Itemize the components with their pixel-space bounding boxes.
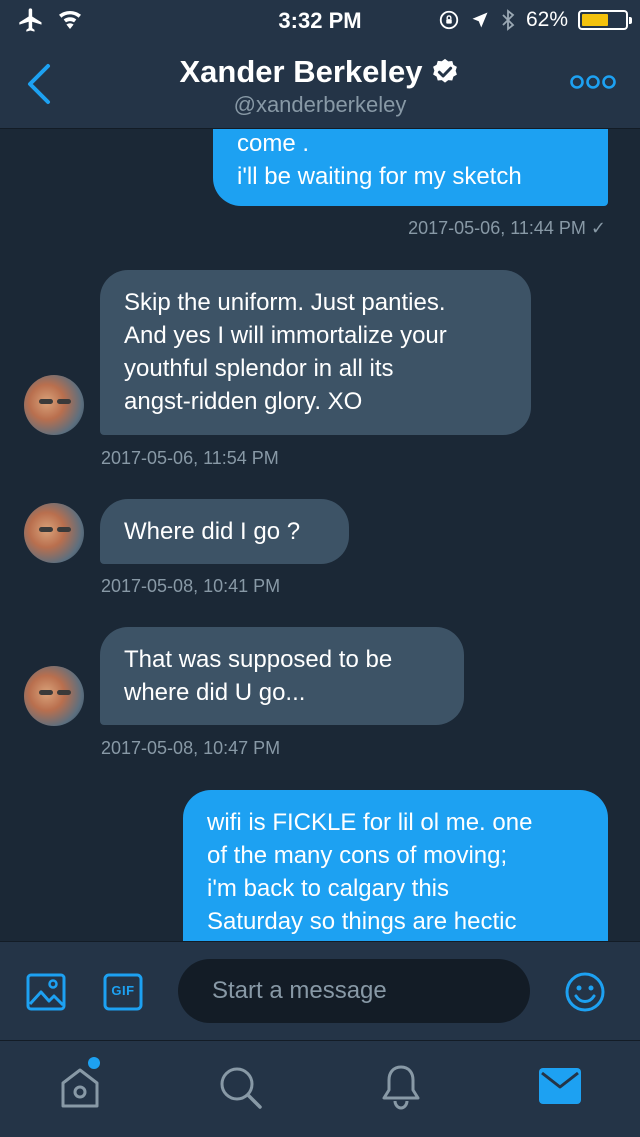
incoming-message-bubble[interactable]: Where did I go ? — [100, 499, 349, 564]
verified-badge-icon — [433, 58, 458, 83]
message-input[interactable] — [178, 959, 530, 1023]
contact-handle: @xanderberkeley — [233, 92, 407, 117]
battery-percent: 62% — [525, 8, 568, 31]
emoji-icon — [565, 972, 605, 1012]
contact-name: Xander Berkeley — [179, 54, 423, 89]
message-list[interactable]: come . i'll be waiting for my sketch 201… — [0, 129, 640, 941]
avatar-eye — [57, 399, 71, 404]
battery-icon — [578, 10, 632, 30]
avatar[interactable] — [24, 503, 84, 563]
avatar-eye — [39, 399, 53, 404]
image-icon — [26, 973, 66, 1011]
more-dots-icon — [570, 75, 616, 89]
avatar-eye — [39, 527, 53, 532]
envelope-icon — [539, 1068, 581, 1104]
avatar-eye — [57, 527, 71, 532]
outgoing-message-bubble[interactable]: come . i'll be waiting for my sketch — [213, 129, 608, 206]
home-icon — [61, 1068, 99, 1108]
add-gif-button[interactable]: GIF — [103, 973, 143, 1016]
message-composer: GIF — [0, 941, 640, 1040]
battery-fill — [582, 14, 608, 26]
rotation-lock-icon — [439, 10, 459, 30]
page-title: Xander Berkeley — [180, 54, 461, 90]
header-title-block[interactable]: Xander Berkeley @xanderberkeley — [0, 54, 640, 118]
conversation-header: Xander Berkeley @xanderberkeley — [0, 40, 640, 129]
bluetooth-icon — [502, 9, 515, 31]
outgoing-message-bubble[interactable]: wifi is FICKLE for lil ol me. one of the… — [183, 790, 608, 941]
message-timestamp: 2017-05-06, 11:54 PM — [101, 448, 279, 468]
tab-notifications[interactable] — [378, 1063, 424, 1118]
avatar[interactable] — [24, 666, 84, 726]
search-icon — [220, 1067, 262, 1109]
tab-search[interactable] — [218, 1065, 264, 1116]
bell-icon — [382, 1065, 420, 1110]
gif-label: GIF — [111, 983, 135, 998]
tab-home[interactable] — [58, 1057, 106, 1118]
avatar[interactable] — [24, 375, 84, 435]
status-bar: 3:32 PM 62% — [0, 0, 640, 40]
add-photo-button[interactable] — [26, 972, 66, 1017]
battery-tip — [629, 17, 632, 24]
message-timestamp: 2017-05-08, 10:47 PM — [101, 738, 281, 758]
tab-messages[interactable] — [538, 1067, 582, 1110]
notification-dot — [88, 1057, 100, 1069]
emoji-button[interactable] — [564, 971, 606, 1018]
incoming-message-bubble[interactable]: Skip the uniform. Just panties. And yes … — [100, 270, 531, 435]
location-icon — [472, 12, 488, 28]
message-timestamp: 2017-05-08, 10:41 PM — [101, 576, 281, 596]
avatar-eye — [39, 690, 53, 695]
avatar-eye — [57, 690, 71, 695]
incoming-message-bubble[interactable]: That was supposed to be where did U go..… — [100, 627, 464, 725]
status-right: 62% — [438, 8, 632, 32]
tab-bar — [0, 1040, 640, 1137]
message-timestamp: 2017-05-06, 11:44 PM ✓ — [408, 218, 606, 238]
more-options-button[interactable] — [570, 70, 616, 94]
